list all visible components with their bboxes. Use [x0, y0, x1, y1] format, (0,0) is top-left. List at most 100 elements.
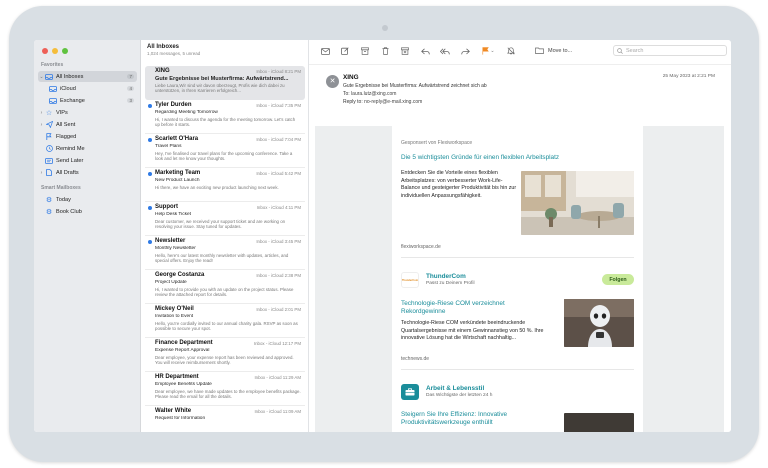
- message-header: ✕ XING Gute Ergebnisse bei Musterfirma: …: [309, 64, 731, 126]
- article1-source[interactable]: technews.de: [401, 356, 429, 362]
- sidebar-item-vips[interactable]: › ☆ VIPs: [38, 107, 137, 118]
- brand-name[interactable]: ThunderCom: [426, 273, 466, 280]
- robot-photo[interactable]: [564, 299, 634, 347]
- header-subject: Gute Ergebnisse bei Musterfirma: Aufwärt…: [343, 83, 487, 89]
- mail-window: Favorites ⌄ All Inboxes 7 iCloud 4 Excha…: [34, 40, 731, 432]
- list-header: All Inboxes 1,024 messages, 5 unread: [147, 44, 200, 56]
- list-subtitle: 1,024 messages, 5 unread: [147, 51, 201, 56]
- message-sender: Newsletter: [155, 238, 186, 244]
- sidebar-item-all-inboxes[interactable]: ⌄ All Inboxes 7: [38, 71, 137, 82]
- header-to: To: laura.lutz@xing.com: [343, 91, 396, 97]
- list-item[interactable]: Support Inbox - iCloud 4:11 PM Help Desk…: [145, 202, 305, 236]
- sidebar-item-book-club[interactable]: ⚙ Book Club: [38, 206, 137, 217]
- chevron-right-icon[interactable]: ›: [38, 122, 45, 128]
- list-item[interactable]: Newsletter Inbox - iCloud 3:45 PM Monthl…: [145, 236, 305, 270]
- close-window-button[interactable]: [42, 48, 48, 54]
- message-preview: Dear employee, your expense report has b…: [155, 355, 294, 366]
- folder-icon: [535, 47, 544, 54]
- article2-photo[interactable]: [564, 413, 634, 432]
- message-sender: Finance Department: [155, 340, 213, 346]
- message-meta: Inbox - iCloud 2:01 PM: [256, 307, 301, 312]
- list-item[interactable]: Walter White Inbox - iCloud 11:09 AM Req…: [145, 406, 305, 432]
- sidebar-item-today[interactable]: ⚙ Today: [38, 194, 137, 205]
- message-subject: New Product Launch: [155, 178, 200, 183]
- inbox-icon: [49, 85, 57, 92]
- briefcase-icon: [401, 384, 419, 400]
- message-preview: Dear customer, we received your support …: [155, 219, 286, 230]
- list-item[interactable]: Marketing Team Inbox - iCloud 5:42 PM Ne…: [145, 168, 305, 202]
- chevron-down-icon[interactable]: ⌄: [38, 74, 45, 80]
- list-item[interactable]: HR Department Inbox - iCloud 11:29 AM Em…: [145, 372, 305, 406]
- reply-to-address[interactable]: no-reply@e-mail.xing.com: [364, 99, 422, 105]
- move-to-button[interactable]: Move to...: [535, 45, 607, 56]
- follow-button[interactable]: Folgen: [602, 274, 634, 285]
- message-subject: Project Update: [155, 280, 187, 285]
- chevron-right-icon[interactable]: ›: [38, 110, 45, 116]
- message-sender: HR Department: [155, 374, 199, 380]
- article1-body: Technologie-Riese COM verkündete beeindr…: [401, 320, 544, 342]
- list-item[interactable]: Scarlett O'Hara Inbox - iCloud 7:04 PM T…: [145, 134, 305, 168]
- document-icon: [45, 169, 53, 176]
- article1-title-link[interactable]: Technologie-Riese COM verzeichnet Rekord…: [401, 300, 531, 316]
- brand-name[interactable]: Arbeit & Lebensstil: [426, 385, 484, 392]
- zoom-window-button[interactable]: [62, 48, 68, 54]
- chevron-right-icon[interactable]: ›: [38, 170, 45, 176]
- reply-icon[interactable]: [419, 45, 431, 57]
- ad-source[interactable]: flexiworkspace.de: [401, 244, 441, 250]
- mute-bell-icon[interactable]: [505, 45, 517, 57]
- list-item[interactable]: George Costanza Inbox - iCloud 2:38 PM P…: [145, 270, 305, 304]
- list-title: All Inboxes: [147, 44, 180, 50]
- list-item[interactable]: Tyler Durden Inbox - iCloud 7:35 PM Rega…: [145, 100, 305, 134]
- list-item[interactable]: XING Inbox - iCloud 8:21 PM Gute Ergebni…: [145, 66, 305, 100]
- sidebar-item-exchange[interactable]: Exchange 3: [45, 95, 137, 106]
- list-item[interactable]: Mickey O'Neil Inbox - iCloud 2:01 PM Inv…: [145, 304, 305, 338]
- message-subject: Help Desk Ticket: [155, 212, 191, 217]
- chevron-down-icon[interactable]: ⌄: [489, 45, 496, 57]
- sidebar-item-all-drafts[interactable]: › All Drafts: [38, 167, 137, 178]
- ad-title-link[interactable]: Die 5 wichtigsten Gründe für einen flexi…: [401, 154, 559, 162]
- message-meta: Inbox - iCloud 12:17 PM: [253, 341, 301, 346]
- email-content: Gesponsert von Flexiworkspace Die 5 wich…: [392, 126, 643, 432]
- sidebar-item-flagged[interactable]: Flagged: [38, 131, 137, 142]
- trash-icon[interactable]: [379, 45, 391, 57]
- header-date: 25 May 2023 at 2:21 PM: [662, 74, 715, 79]
- reply-all-icon[interactable]: [439, 45, 451, 57]
- sidebar-item-all-sent[interactable]: › All Sent: [38, 119, 137, 130]
- inbox-icon: [45, 73, 53, 80]
- unread-dot: [148, 104, 152, 108]
- sidebar-item-label: Remind Me: [56, 145, 85, 152]
- search-field[interactable]: Search: [613, 45, 727, 56]
- message-sender: Marketing Team: [155, 170, 201, 176]
- office-photo[interactable]: [521, 171, 634, 235]
- search-icon: [617, 47, 623, 54]
- message-meta: Inbox - iCloud 2:38 PM: [256, 273, 301, 278]
- message-preview: Dear employee, we have made updates to t…: [155, 389, 301, 400]
- message-subject: Expense Report Approval: [155, 348, 210, 353]
- inbox-icon: [49, 97, 57, 104]
- message-preview: Hey, I've finalised our travel plans for…: [155, 151, 293, 162]
- junk-icon[interactable]: [399, 45, 411, 57]
- unread-count: 3: [127, 98, 134, 103]
- envelope-icon[interactable]: [319, 45, 331, 57]
- to-address[interactable]: laura.lutz@xing.com: [351, 91, 396, 97]
- sidebar-item-remind-me[interactable]: Remind Me: [38, 143, 137, 154]
- compose-icon[interactable]: [339, 45, 351, 57]
- archive-icon[interactable]: [359, 45, 371, 57]
- divider: [401, 257, 634, 258]
- clock-icon: [45, 145, 53, 152]
- minimize-window-button[interactable]: [52, 48, 58, 54]
- star-icon: ☆: [45, 109, 53, 117]
- sidebar: Favorites ⌄ All Inboxes 7 iCloud 4 Excha…: [34, 40, 141, 432]
- article2-title-link[interactable]: Steigern Sie Ihre Effizienz: Innovative …: [401, 411, 541, 427]
- list-item[interactable]: Finance Department Inbox - iCloud 12:17 …: [145, 338, 305, 372]
- sidebar-item-icloud[interactable]: iCloud 4: [45, 83, 137, 94]
- message-meta: Inbox - iCloud 4:11 PM: [256, 205, 301, 210]
- message-preview: Hello, you're cordially invited to our a…: [155, 321, 298, 332]
- message-preview: Hi there, we have an exciting new produc…: [155, 185, 279, 190]
- message-preview: Hi, I wanted to discuss the agenda for t…: [155, 117, 296, 128]
- sidebar-item-send-later[interactable]: Send Later: [38, 155, 137, 166]
- sidebar-item-label: Today: [56, 196, 71, 203]
- message-subject: Regarding Meeting Tomorrow: [155, 110, 218, 115]
- forward-icon[interactable]: [459, 45, 471, 57]
- unread-dot: [148, 138, 152, 142]
